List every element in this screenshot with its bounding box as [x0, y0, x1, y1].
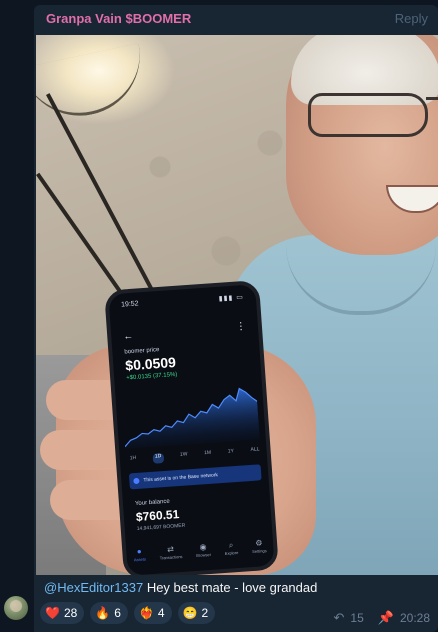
price-chart-area [125, 388, 260, 449]
message-time: 20:28 [399, 611, 430, 625]
range-option: ALL [250, 446, 260, 453]
balance-label: Your balance [134, 498, 170, 508]
phone-nav-label: Browser [196, 551, 212, 558]
phone-status-bar: 19:52 ▮▮▮ ▭ [121, 293, 244, 312]
phone-clock: 19:52 [120, 300, 139, 309]
phone-nav-item: ⇄ Transactions [159, 544, 183, 561]
glasses [308, 93, 428, 137]
reaction-pill[interactable]: ❤️‍🔥 4 [133, 602, 172, 624]
base-network-icon [133, 477, 140, 485]
phone-nav-label: Assets [133, 556, 147, 563]
explore-icon: ⌕ [228, 540, 234, 550]
phone-nav-label: Explore [224, 550, 239, 556]
network-banner: This asset is on the Base network [128, 464, 262, 490]
message-meta: ↶ 15 📌 20:28 [334, 610, 430, 626]
range-option: 1M [203, 449, 212, 457]
chat-area: Granpa Vain $BOOMER Reply 19:52 ▮▮▮ ▭ ← … [0, 0, 438, 632]
sender-name[interactable]: Granpa Vain $BOOMER [46, 11, 191, 26]
user-mention[interactable]: @HexEditor1337 [44, 580, 143, 595]
phone-nav-label: Transactions [159, 553, 183, 561]
reaction-emoji-icon: ❤️‍🔥 [138, 606, 154, 620]
reaction-count: 6 [114, 606, 121, 620]
settings-icon: ⚙ [254, 538, 263, 548]
price-value: $0.0509 [124, 353, 177, 374]
range-option: 1D [152, 453, 164, 464]
range-option: 1W [179, 451, 188, 458]
reaction-emoji-icon: ❤️ [45, 606, 60, 620]
forward-icon: ↶ [333, 610, 345, 625]
price-change: +$0.0135 (37.15%) [126, 371, 178, 382]
transactions-icon: ⇄ [166, 544, 175, 554]
reaction-pill[interactable]: 😁 2 [177, 602, 216, 624]
reactions-bar: ❤️ 28 🔥 6 ❤️‍🔥 4 😁 2 [40, 602, 216, 624]
reply-button[interactable]: Reply [395, 11, 428, 26]
forward-count: 15 [350, 611, 364, 625]
reaction-count: 28 [63, 606, 78, 620]
phone-nav-item: ◉ Browser [195, 542, 211, 558]
reaction-count: 4 [157, 606, 165, 620]
back-arrow-icon: ← [122, 330, 134, 343]
signal-battery-icon: ▮▮▮ ▭ [218, 294, 245, 303]
home-icon: ● [136, 546, 143, 557]
phone-nav-item: ⚙ Settings [251, 538, 267, 555]
more-menu-icon: ⋮ [235, 320, 247, 333]
sender-avatar[interactable] [4, 596, 28, 620]
reaction-emoji-icon: 😁 [182, 606, 198, 620]
message-bubble: Granpa Vain $BOOMER Reply 19:52 ▮▮▮ ▭ ← … [34, 5, 438, 632]
phone-nav-label: Settings [252, 548, 267, 555]
message-photo[interactable]: 19:52 ▮▮▮ ▭ ← ⋮ boomer price $0.0509 +$0… [36, 35, 438, 575]
browser-icon: ◉ [199, 542, 207, 552]
range-option: 1H [129, 454, 137, 462]
message-caption: @HexEditor1337 Hey best mate - love gran… [44, 580, 317, 595]
phone-screen: 19:52 ▮▮▮ ▭ ← ⋮ boomer price $0.0509 +$0… [104, 279, 279, 575]
reaction-pill[interactable]: ❤️ 28 [40, 602, 85, 624]
range-option: 1Y [227, 448, 235, 455]
caption-text: Hey best mate - love grandad [143, 580, 318, 595]
balance-value: $760.51 [135, 507, 180, 525]
glasses-arm [426, 97, 438, 100]
time-range-selector: 1H 1D 1W 1M 1Y ALL [130, 446, 260, 465]
price-chart [124, 387, 260, 449]
phone-bottom-nav: ● Assets ⇄ Transactions ◉ Browser ⌕ Explore ⚙ Set… [126, 538, 274, 572]
network-banner-text: This asset is on the Base network [143, 472, 219, 484]
balance-tokens: 14,941,697 BOOMER [136, 522, 186, 533]
reaction-pill[interactable]: 🔥 6 [90, 602, 128, 624]
price-label: boomer price [124, 347, 160, 356]
reaction-emoji-icon: 🔥 [95, 606, 111, 620]
message-header: Granpa Vain $BOOMER Reply [34, 5, 438, 35]
phone-nav-item: ● Assets [133, 547, 146, 563]
pin-icon: 📌 [377, 610, 394, 625]
phone-nav-item: ⌕ Explore [224, 540, 239, 556]
reaction-count: 2 [201, 606, 209, 620]
